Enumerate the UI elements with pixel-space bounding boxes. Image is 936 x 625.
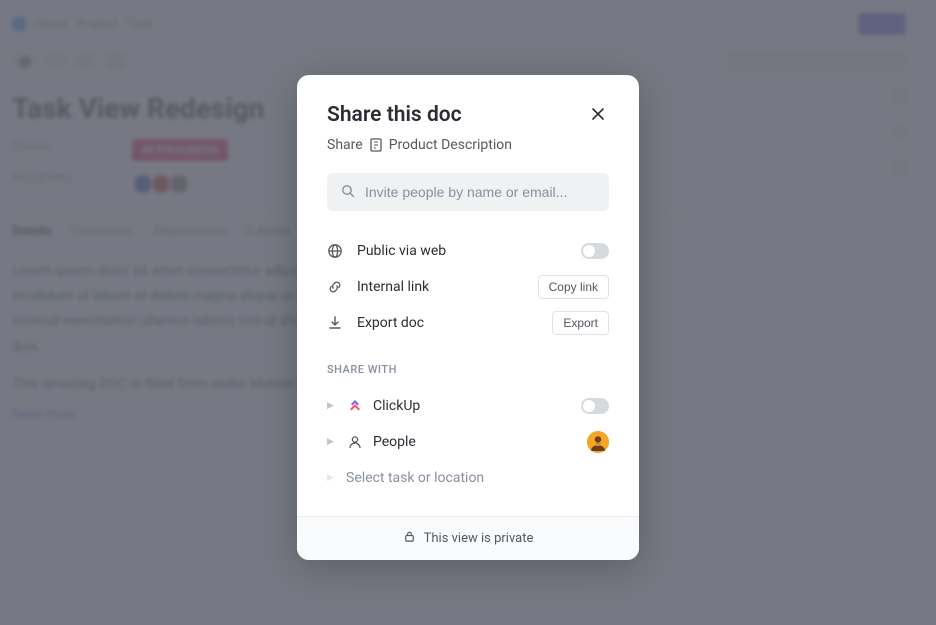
modal-footer: This view is private [297,516,639,560]
share-with-label: SHARE WITH [327,363,609,376]
caret-icon: ▶ [327,437,337,447]
footer-text: This view is private [424,531,534,546]
close-button[interactable] [587,103,609,125]
lock-icon [403,530,416,547]
export-button[interactable]: Export [552,311,609,335]
option-internal-label: Internal link [357,279,526,295]
document-icon [370,138,382,152]
share-row-clickup[interactable]: ▶ ClickUp [327,388,609,424]
link-icon [327,279,345,295]
share-people-label: People [373,434,578,450]
person-icon [346,433,364,451]
invite-input[interactable] [365,184,595,200]
breadcrumb-doc: Product Description [389,137,512,153]
search-box[interactable] [327,173,609,211]
option-export-label: Export doc [357,315,540,331]
user-avatar[interactable] [587,431,609,453]
share-row-people[interactable]: ▶ People [327,424,609,460]
share-select-label: Select task or location [346,470,609,486]
modal-title: Share this doc [327,103,462,127]
option-export: Export doc Export [327,305,609,341]
breadcrumb: Share Product Description [327,137,609,153]
globe-icon [327,243,345,259]
caret-icon: ▶ [327,473,337,483]
modal-overlay[interactable]: Share this doc Share Product Description [0,0,936,625]
copy-link-button[interactable]: Copy link [538,275,609,299]
close-icon [591,107,605,121]
clickup-icon [346,397,364,415]
share-clickup-label: ClickUp [373,398,572,414]
option-public: Public via web [327,233,609,269]
caret-icon: ▶ [327,401,337,411]
search-icon [341,183,355,202]
option-internal: Internal link Copy link [327,269,609,305]
public-toggle[interactable] [581,243,609,259]
breadcrumb-prefix: Share [327,137,363,153]
share-modal: Share this doc Share Product Description [297,75,639,560]
clickup-toggle[interactable] [581,398,609,414]
share-row-select[interactable]: ▶ Select task or location [327,460,609,496]
option-public-label: Public via web [357,243,569,259]
download-icon [327,315,345,331]
